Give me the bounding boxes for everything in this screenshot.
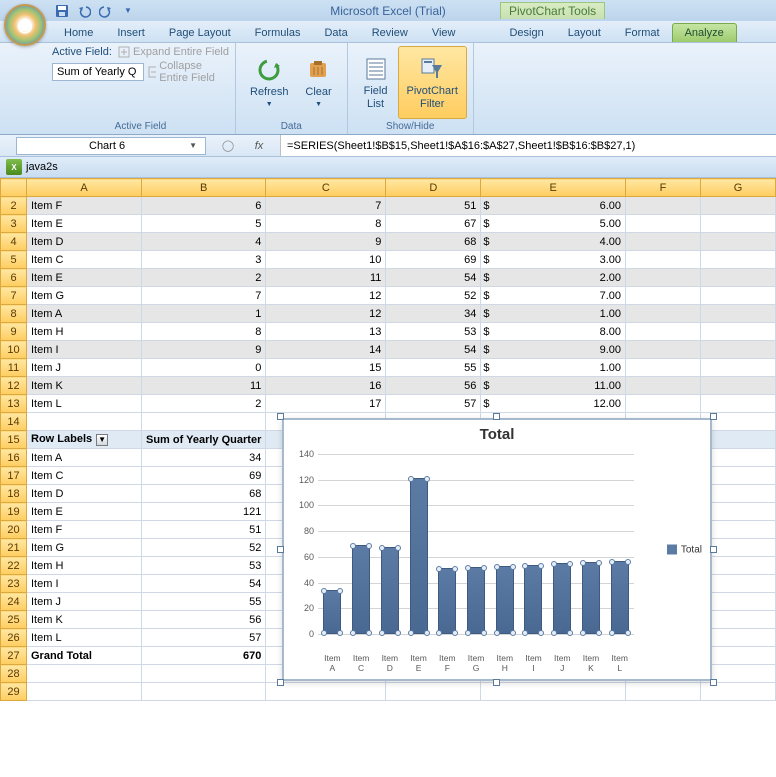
bar[interactable] (467, 567, 485, 634)
refresh-button[interactable]: Refresh▼ (242, 46, 297, 119)
bar[interactable] (410, 478, 428, 634)
context-tools-title: PivotChart Tools (500, 2, 605, 19)
formula-bar: Chart 6▼ ◯ fx (0, 135, 776, 157)
table-row[interactable]: 11Item J01555$1.00 (1, 359, 776, 377)
table-row[interactable]: 6Item E21154$2.00 (1, 269, 776, 287)
tab-formulas[interactable]: Formulas (243, 24, 313, 42)
undo-icon[interactable] (74, 2, 94, 20)
table-row[interactable]: 9Item H81353$8.00 (1, 323, 776, 341)
legend-swatch (667, 545, 677, 555)
redo-icon[interactable] (96, 2, 116, 20)
pivotchart-filter-button[interactable]: PivotChart Filter (398, 46, 467, 119)
table-row[interactable]: 8Item A11234$1.00 (1, 305, 776, 323)
qat-more-icon[interactable]: ▼ (118, 2, 138, 20)
chart-title[interactable]: Total (284, 420, 710, 445)
active-field-input[interactable] (52, 63, 144, 81)
tab-analyze[interactable]: Analyze (672, 23, 737, 42)
table-row[interactable]: 2Item F6751$6.00 (1, 197, 776, 215)
rowlabels-dropdown[interactable]: ▼ (96, 434, 108, 446)
ribbon-tabs: HomeInsertPage LayoutFormulasDataReviewV… (0, 21, 776, 43)
clear-icon (305, 56, 333, 84)
table-row[interactable]: 13Item L21757$12.00 (1, 395, 776, 413)
tab-view[interactable]: View (420, 24, 468, 42)
bar[interactable] (582, 562, 600, 634)
funnel-icon (418, 55, 446, 83)
tab-home[interactable]: Home (52, 24, 105, 42)
table-row[interactable]: 5Item C31069$3.00 (1, 251, 776, 269)
tab-insert[interactable]: Insert (105, 24, 157, 42)
group-active-field: Active Field: Expand Entire Field Collap… (46, 43, 236, 134)
workbook-titlebar: X java2s (0, 157, 776, 178)
bar[interactable] (323, 590, 341, 634)
table-row[interactable]: 12Item K111656$11.00 (1, 377, 776, 395)
plot-area[interactable] (318, 454, 634, 634)
bar[interactable] (524, 565, 542, 634)
clear-button[interactable]: Clear▼ (297, 46, 341, 119)
circle-icon[interactable]: ◯ (218, 139, 238, 152)
ribbon: Active Field: Expand Entire Field Collap… (0, 43, 776, 135)
x-axis[interactable]: ItemAItemCItemDItemEItemFItemGItemHItemI… (318, 654, 634, 673)
group-show-hide: Field List PivotChart Filter Show/Hide (348, 43, 474, 134)
tab-review[interactable]: Review (360, 24, 420, 42)
bar[interactable] (438, 568, 456, 634)
collapse-field-button: Collapse Entire Field (148, 60, 229, 84)
bar[interactable] (381, 547, 399, 634)
bar[interactable] (352, 545, 370, 634)
expand-field-button: Expand Entire Field (118, 46, 229, 58)
tab-layout[interactable]: Layout (556, 24, 613, 42)
office-button[interactable]: ◴ (4, 4, 46, 46)
quick-access-toolbar: ▼ (52, 2, 138, 20)
y-axis[interactable]: 020406080100120140 (290, 454, 316, 634)
refresh-icon (255, 56, 283, 84)
table-row[interactable]: 10Item I91454$9.00 (1, 341, 776, 359)
field-list-icon (362, 55, 390, 83)
save-icon[interactable] (52, 2, 72, 20)
group-data: Refresh▼ Clear▼ Data (236, 43, 348, 134)
name-box[interactable]: Chart 6▼ (16, 137, 206, 155)
chart-legend[interactable]: Total (667, 544, 702, 555)
fx-icon[interactable]: fx (250, 137, 268, 155)
bar[interactable] (553, 563, 571, 634)
field-list-button[interactable]: Field List (354, 46, 398, 119)
bar[interactable] (496, 566, 514, 634)
tab-format[interactable]: Format (613, 24, 672, 42)
active-field-label: Active Field: (52, 46, 112, 58)
tab-data[interactable]: Data (312, 24, 359, 42)
workbook-name: java2s (26, 161, 58, 173)
tab-page-layout[interactable]: Page Layout (157, 24, 243, 42)
table-row[interactable]: 4Item D4968$4.00 (1, 233, 776, 251)
table-row[interactable]: 7Item G71252$7.00 (1, 287, 776, 305)
pivot-chart[interactable]: Total 020406080100120140 ItemAItemCItemD… (282, 418, 712, 681)
chevron-down-icon[interactable]: ▼ (189, 141, 197, 150)
tab-design[interactable]: Design (497, 24, 555, 42)
title-bar: ◴ ▼ Microsoft Excel (Trial) PivotChart T… (0, 0, 776, 21)
app-title: Microsoft Excel (Trial) (330, 4, 446, 18)
bar[interactable] (611, 561, 629, 634)
excel-doc-icon: X (6, 159, 22, 175)
table-row[interactable]: 3Item E5867$5.00 (1, 215, 776, 233)
worksheet[interactable]: ABCDEFG2Item F6751$6.003Item E5867$5.004… (0, 178, 776, 701)
formula-input[interactable] (280, 135, 776, 156)
